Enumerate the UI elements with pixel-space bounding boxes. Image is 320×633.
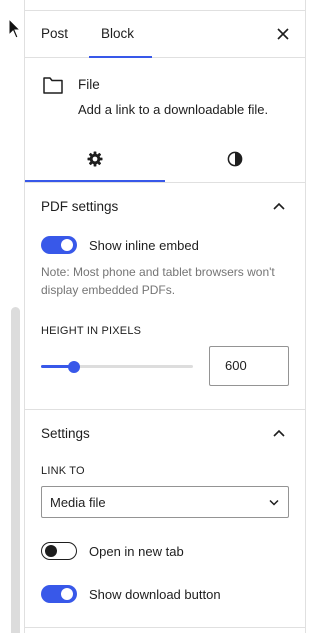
show-inline-embed-label: Show inline embed [89,238,199,253]
section-divider [25,627,305,628]
chevron-down-icon [269,499,279,506]
tab-post[interactable]: Post [41,11,68,58]
canvas-scrollbar[interactable] [11,307,20,633]
file-icon [43,77,63,94]
inspector-tabs [25,134,305,183]
mouse-pointer-icon [8,18,22,39]
pdf-settings-header[interactable]: PDF settings [25,183,305,231]
close-icon[interactable] [275,26,291,42]
block-description: Add a link to a downloadable file. [78,102,269,117]
chevron-up-icon [273,202,285,210]
slider-thumb[interactable] [68,360,81,373]
height-input[interactable]: 600 [209,346,289,386]
contrast-icon [227,151,243,167]
block-card: File Add a link to a downloadable file. [25,58,305,124]
tab-settings[interactable] [25,134,165,183]
toggle-knob [61,239,73,251]
editor-canvas-edge [0,0,25,633]
show-download-button-label: Show download button [89,587,221,602]
active-inspector-tab-indicator [25,180,165,182]
height-slider[interactable] [41,360,193,373]
tab-block[interactable]: Block [101,11,134,58]
toggle-knob [61,588,73,600]
block-settings-sidebar: Post Block File Add a link to a download… [24,0,306,633]
embed-note: Note: Most phone and tablet browsers won… [41,265,275,297]
settings-header[interactable]: Settings [25,410,305,458]
show-inline-embed-toggle[interactable] [41,236,77,254]
link-to-label: LINK TO [41,465,85,477]
link-to-value: Media file [50,495,106,510]
settings-title: Settings [41,426,90,441]
open-in-new-tab-toggle[interactable] [41,542,77,560]
show-download-button-toggle[interactable] [41,585,77,603]
open-in-new-tab-label: Open in new tab [89,544,184,559]
tab-styles[interactable] [165,134,305,183]
block-title: File [78,77,100,92]
chevron-up-icon [273,429,285,437]
height-in-pixels-label: HEIGHT IN PIXELS [41,325,142,337]
sidebar-tabs: Post Block [25,11,305,58]
pdf-settings-title: PDF settings [41,199,119,214]
toggle-knob [45,544,57,557]
link-to-select[interactable]: Media file [41,486,289,518]
gear-icon [87,151,103,167]
